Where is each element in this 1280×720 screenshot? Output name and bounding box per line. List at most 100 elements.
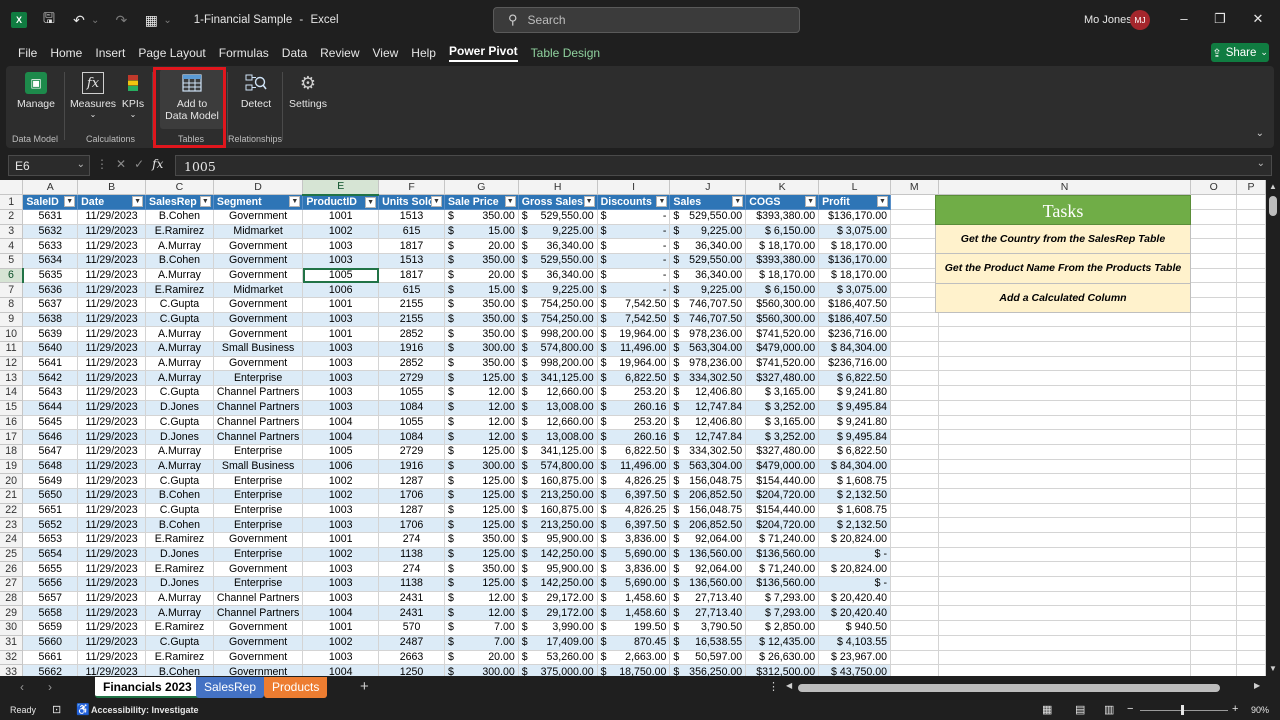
cell[interactable] — [1236, 620, 1266, 636]
cell[interactable]: $529,550.00 — [669, 209, 747, 225]
cell[interactable]: 1003 — [302, 341, 380, 357]
tab-data[interactable]: Data — [282, 46, 307, 60]
cell[interactable]: 1001 — [302, 620, 380, 636]
tab-page-layout[interactable]: Page Layout — [138, 46, 205, 60]
cell[interactable]: $ 9,241.80 — [818, 415, 892, 431]
cell[interactable] — [1236, 400, 1266, 416]
cell[interactable]: $560,300.00 — [745, 297, 820, 313]
redo-icon[interactable]: ↷ — [113, 12, 129, 28]
cell[interactable]: C.Gupta — [145, 312, 214, 328]
row-header[interactable]: 22 — [0, 503, 24, 519]
cell[interactable]: $4,826.25 — [597, 503, 671, 519]
cell[interactable]: Government — [213, 532, 304, 548]
cell[interactable]: 11/29/2023 — [77, 605, 147, 622]
cell[interactable]: Government — [213, 356, 304, 372]
cell[interactable]: $92,064.00 — [669, 532, 747, 548]
cell[interactable] — [1190, 253, 1238, 269]
cell[interactable]: $ 20,420.40 — [818, 605, 892, 622]
cell[interactable]: $350.00 — [444, 326, 519, 343]
cell[interactable]: $206,852.50 — [669, 517, 747, 533]
enter-icon[interactable]: ✓ — [134, 157, 144, 171]
table-header-cell[interactable]: Date ▼ — [77, 194, 147, 210]
undo-dropdown-icon[interactable]: ⌄ — [91, 15, 99, 26]
cell[interactable]: $327,480.00 — [745, 370, 820, 387]
cell[interactable]: 5656 — [22, 576, 79, 592]
cell[interactable] — [1190, 473, 1238, 489]
cell[interactable]: $350.00 — [444, 532, 519, 548]
cell[interactable]: $125.00 — [444, 576, 519, 592]
cell[interactable]: 11/29/2023 — [77, 650, 147, 666]
cell[interactable]: $204,720.00 — [745, 488, 820, 504]
cell[interactable]: $998,200.00 — [518, 356, 598, 372]
cell[interactable]: $870.45 — [597, 635, 671, 651]
column-header[interactable]: D — [213, 180, 304, 196]
cell[interactable] — [1190, 238, 1238, 254]
cell[interactable] — [1236, 253, 1266, 269]
cell[interactable] — [1190, 576, 1238, 592]
cell[interactable]: 1002 — [302, 547, 380, 563]
cell[interactable]: $142,250.00 — [518, 576, 598, 592]
cell[interactable] — [1190, 297, 1238, 313]
cell[interactable]: $529,550.00 — [669, 253, 747, 269]
cell[interactable] — [1190, 400, 1238, 416]
cell[interactable]: $125.00 — [444, 444, 519, 460]
cell[interactable] — [1236, 605, 1266, 622]
cell[interactable] — [1236, 312, 1266, 328]
cell[interactable] — [890, 385, 939, 401]
cell[interactable] — [890, 605, 939, 622]
cell[interactable]: 5642 — [22, 370, 79, 387]
scroll-up-icon[interactable]: ▲ — [1269, 182, 1277, 191]
cell[interactable]: $15.00 — [444, 282, 519, 298]
cell[interactable]: Channel Partners — [213, 591, 304, 607]
cell[interactable] — [1190, 370, 1238, 387]
sheet-tab-financials[interactable]: Financials 2023 — [95, 677, 200, 698]
cell[interactable]: $529,550.00 — [518, 253, 598, 269]
cell[interactable]: 1004 — [302, 605, 380, 622]
cell[interactable] — [1190, 326, 1238, 343]
cell[interactable] — [938, 312, 1192, 328]
cell[interactable]: 5662 — [22, 664, 79, 676]
scroll-thumb[interactable] — [1269, 196, 1277, 216]
cell[interactable] — [1190, 282, 1238, 298]
filter-dropdown-icon[interactable]: ▼ — [732, 196, 744, 208]
cell[interactable] — [1236, 532, 1266, 548]
cell[interactable] — [938, 650, 1192, 666]
cell[interactable]: 2431 — [378, 591, 445, 607]
table-header-cell[interactable]: SalesRep ▼ — [145, 194, 214, 210]
cell[interactable] — [1190, 664, 1238, 676]
cell[interactable]: $27,713.40 — [669, 591, 747, 607]
detect-button[interactable]: Detect — [236, 72, 276, 110]
cell[interactable]: 5647 — [22, 444, 79, 460]
cell[interactable]: $36,340.00 — [669, 268, 747, 284]
measures-button[interactable]: fx Measures ⌄ — [68, 72, 118, 119]
cell[interactable]: $9,225.00 — [518, 282, 598, 298]
cell[interactable]: 1003 — [302, 370, 380, 387]
cell[interactable]: $5,690.00 — [597, 547, 671, 563]
cell[interactable]: 11/29/2023 — [77, 517, 147, 533]
cell[interactable]: $7.00 — [444, 620, 519, 636]
cell[interactable]: E.Ramirez — [145, 532, 214, 548]
cell[interactable]: $ 18,170.00 — [818, 238, 892, 254]
filter-dropdown-icon[interactable]: ▼ — [430, 196, 442, 208]
normal-view-icon[interactable]: ▦ — [1042, 703, 1052, 716]
cell[interactable] — [890, 429, 939, 445]
cell[interactable]: $ - — [597, 253, 671, 269]
cell[interactable]: $754,250.00 — [518, 297, 598, 313]
cell[interactable]: $ 71,240.00 — [745, 532, 820, 548]
row-header[interactable]: 19 — [0, 459, 24, 475]
cell[interactable]: 11/29/2023 — [77, 224, 147, 240]
cell[interactable] — [1236, 224, 1266, 240]
cancel-icon[interactable]: ✕ — [116, 157, 126, 171]
cell[interactable] — [938, 429, 1192, 445]
select-all-corner[interactable] — [0, 180, 24, 196]
cell[interactable]: A.Murray — [145, 238, 214, 254]
cell[interactable]: $ 2,132.50 — [818, 488, 892, 504]
cell[interactable] — [890, 268, 939, 284]
cell[interactable]: $ 3,252.00 — [745, 400, 820, 416]
minimize-icon[interactable]: – — [1176, 11, 1192, 29]
table-header-cell[interactable]: Gross Sales ▼ — [518, 194, 598, 210]
close-icon[interactable]: ✕ — [1250, 11, 1266, 29]
filter-dropdown-icon[interactable]: ▼ — [877, 196, 889, 208]
cell[interactable]: $ 7,293.00 — [745, 591, 820, 607]
cell[interactable]: $136,170.00 — [818, 209, 892, 225]
